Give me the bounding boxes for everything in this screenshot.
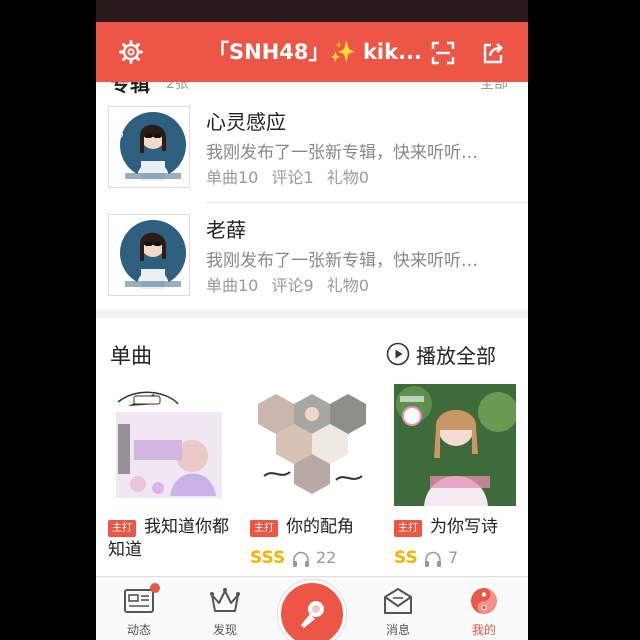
single-title: 为你写诗	[430, 517, 498, 537]
tab-label: 发现	[212, 623, 237, 637]
tab-label: 动态	[126, 623, 151, 637]
album-cover: Ψ	[108, 106, 190, 188]
album-description: 我刚发布了一张新专辑，快来听听…	[206, 251, 478, 271]
album-songs-count: 单曲10	[206, 168, 259, 187]
message-icon	[384, 588, 412, 614]
single-title: 你的配角	[286, 517, 354, 537]
record-button[interactable]	[278, 580, 346, 640]
tab-messages[interactable]: 消息	[355, 577, 441, 640]
headphone-icon	[293, 551, 309, 567]
share-icon[interactable]	[480, 40, 506, 66]
gear-icon[interactable]	[118, 39, 144, 65]
album-stats: 单曲10 评论1 礼物0	[206, 164, 377, 188]
rank-label: SS	[394, 548, 418, 568]
scan-icon[interactable]	[430, 40, 456, 66]
album-name: 老薛	[206, 218, 246, 242]
headphone-icon	[425, 551, 441, 567]
single-card[interactable]: 主打 你的配角 SSS 22	[250, 384, 372, 584]
albums-count: 2张	[166, 82, 189, 92]
album-name: 心灵感应	[206, 110, 286, 134]
play-circle-icon	[386, 342, 410, 366]
album-description: 我刚发布了一张新专辑，快来听听…	[206, 143, 478, 163]
crown-icon	[210, 588, 240, 612]
single-cover	[394, 384, 516, 506]
status-bar	[96, 0, 528, 22]
notification-dot	[150, 583, 160, 593]
play-all-button[interactable]: 播放全部	[386, 340, 516, 368]
single-cover	[250, 384, 372, 506]
album-item[interactable]: 老薛 我刚发布了一张新专辑，快来听听… 单曲10 评论9 礼物0	[96, 204, 528, 312]
tab-profile[interactable]: 我的	[441, 577, 527, 640]
top-bar: 「SNH48」✨ kik...	[96, 22, 528, 82]
album-gifts-count: 礼物0	[326, 276, 369, 295]
albums-title: 专辑	[110, 82, 150, 94]
microphone-icon	[301, 601, 324, 628]
svg-text:Ψ: Ψ	[117, 132, 123, 141]
single-card[interactable]: 主打 为你写诗 SS 7	[394, 384, 516, 584]
single-cover	[108, 384, 230, 506]
album-comments-count: 评论1	[271, 168, 314, 187]
section-divider	[96, 310, 528, 318]
album-songs-count: 单曲10	[206, 276, 259, 295]
albums-section-header: 专辑 2张 全部	[110, 82, 514, 94]
phone-screen: 「SNH48」✨ kik... 专辑 2张 全部 Ψ 心灵感应 我刚发布了一张新…	[96, 0, 528, 640]
tab-feed[interactable]: 动态	[96, 577, 182, 640]
tab-discover[interactable]: 发现	[182, 577, 268, 640]
single-card[interactable]: 主打 我知道你都知道	[108, 384, 230, 584]
tab-label: 消息	[385, 623, 410, 637]
single-title: 我知道你都知道	[108, 517, 229, 560]
play-all-label: 播放全部	[416, 344, 496, 368]
album-stats: 单曲10 评论9 礼物0	[206, 272, 377, 296]
profile-icon	[471, 588, 497, 614]
page-title: 「SNH48」✨ kik...	[208, 40, 423, 64]
album-item[interactable]: Ψ 心灵感应 我刚发布了一张新专辑，快来听听… 单曲10 评论1 礼物0	[96, 96, 528, 204]
rank-label: SSS	[250, 548, 286, 568]
album-comments-count: 评论9	[271, 276, 314, 295]
play-count: 22	[316, 548, 337, 567]
tab-label: 我的	[471, 623, 496, 637]
album-gifts-count: 礼物0	[326, 168, 369, 187]
play-count: 7	[448, 548, 459, 567]
albums-all-link[interactable]: 全部	[480, 82, 508, 93]
album-cover	[108, 214, 190, 296]
singles-title: 单曲	[110, 344, 152, 368]
divider	[206, 202, 528, 203]
